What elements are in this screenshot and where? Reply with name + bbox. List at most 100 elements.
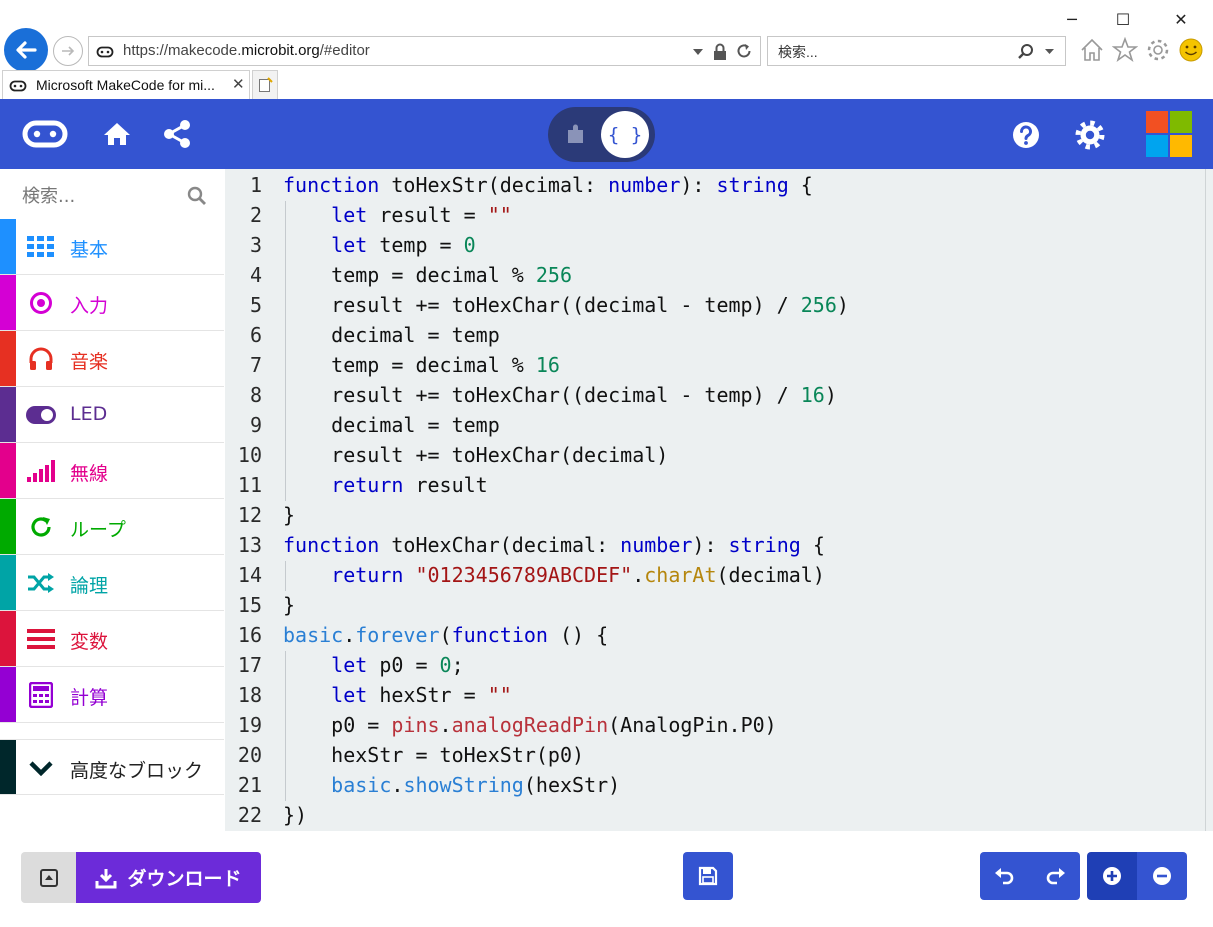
category-variables[interactable]: 変数 [0,611,224,667]
home-button[interactable] [100,119,134,149]
browser-tab[interactable]: Microsoft MakeCode for mi... ✕ [2,70,250,99]
forward-button[interactable] [53,36,83,66]
javascript-toggle-button[interactable]: { } [601,111,649,158]
code-text[interactable]: } [283,590,295,620]
puzzle-icon[interactable] [566,123,586,145]
code-text[interactable]: basic.forever(function () { [283,620,608,650]
search-icon[interactable] [187,186,207,206]
zoom-out-button[interactable] [1137,852,1187,900]
code-line[interactable]: 15} [225,590,1200,620]
code-line[interactable]: 17 let p0 = 0; [225,650,1200,680]
code-line[interactable]: 1 function toHexStr(decimal: number): str… [225,170,1200,200]
category-input[interactable]: 入力 [0,275,224,331]
category-radio[interactable]: 無線 [0,443,224,499]
headphones-icon [26,346,56,372]
undo-icon [995,868,1014,885]
tab-title: Microsoft MakeCode for mi... [36,77,215,93]
category-logic[interactable]: 論理 [0,555,224,611]
code-text[interactable]: let temp = 0 [283,230,476,260]
share-button[interactable] [160,118,194,150]
code-line[interactable]: 16 basic.forever(function () { [225,620,1200,650]
save-button[interactable] [683,852,733,900]
code-text[interactable]: function toHexChar(decimal: number): str… [283,530,825,560]
code-text[interactable]: decimal = temp [283,320,500,350]
category-led[interactable]: LED [0,387,224,443]
category-advanced[interactable]: 高度なブロック [0,739,224,795]
category-math[interactable]: 計算 [0,667,224,723]
code-line[interactable]: 4 temp = decimal % 256 [225,260,1200,290]
code-text[interactable]: result += toHexChar((decimal - temp) / 1… [283,380,837,410]
code-text[interactable]: decimal = temp [283,410,500,440]
code-text[interactable]: return result [283,470,488,500]
code-line[interactable]: 12} [225,500,1200,530]
code-text[interactable]: p0 = pins.analogReadPin(AnalogPin.P0) [283,710,777,740]
category-loops[interactable]: ループ [0,499,224,555]
code-line[interactable]: 9 decimal = temp [225,410,1200,440]
microsoft-logo[interactable] [1146,111,1192,157]
code-line[interactable]: 6 decimal = temp [225,320,1200,350]
code-line[interactable]: 8 result += toHexChar((decimal - temp) /… [225,380,1200,410]
code-line[interactable]: 21 basic.showString(hexStr) [225,770,1200,800]
code-line[interactable]: 3 let temp = 0 [225,230,1200,260]
code-line[interactable]: 20 hexStr = toHexStr(p0) [225,740,1200,770]
maximize-button[interactable]: ☐ [1108,6,1138,32]
code-line[interactable]: 5 result += toHexChar((decimal - temp) /… [225,290,1200,320]
gear-icon[interactable] [1145,37,1171,63]
code-line[interactable]: 13 function toHexChar(decimal: number): s… [225,530,1200,560]
download-button[interactable]: ダウンロード [76,852,261,903]
code-text[interactable]: temp = decimal % 256 [283,260,572,290]
code-text[interactable]: } [283,500,295,530]
code-line[interactable]: 19 p0 = pins.analogReadPin(AnalogPin.P0) [225,710,1200,740]
dropdown-icon[interactable] [692,48,704,56]
refresh-icon[interactable] [735,42,753,60]
code-line[interactable]: 10 result += toHexChar(decimal) [225,440,1200,470]
code-text[interactable]: }) [283,800,307,830]
minimize-button[interactable]: ─ [1057,6,1087,32]
code-line[interactable]: 18 let hexStr = "" [225,680,1200,710]
home-icon[interactable] [1079,37,1105,63]
code-text[interactable]: basic.showString(hexStr) [283,770,620,800]
back-button[interactable] [4,28,48,72]
redo-button[interactable] [1030,852,1080,900]
new-tab-button[interactable] [252,70,278,99]
code-text[interactable]: result += toHexChar(decimal) [283,440,668,470]
code-line[interactable]: 2 let result = "" [225,200,1200,230]
lines-icon [26,626,56,652]
code-line[interactable]: 7 temp = decimal % 16 [225,350,1200,380]
close-window-button[interactable]: ✕ [1166,6,1196,32]
search-icon[interactable] [1017,43,1035,61]
code-editor[interactable]: 1 function toHexStr(decimal: number): str… [225,169,1213,831]
code-text[interactable]: temp = decimal % 16 [283,350,560,380]
toolbox-search[interactable]: 検索... [0,169,224,219]
toolbox: 検索... 基本 入力 音楽 LED 無線 ループ 論理 変数 計算 高度なブロ… [0,169,224,831]
code-line[interactable]: 14 return "0123456789ABCDEF".charAt(deci… [225,560,1200,590]
dropdown-icon[interactable] [1044,48,1055,55]
editor-scrollbar[interactable] [1205,169,1213,831]
address-bar[interactable]: https://makecode.microbit.org/#editor [88,36,761,66]
line-number: 6 [249,323,262,347]
code-line[interactable]: 11 return result [225,470,1200,500]
smiley-icon[interactable] [1178,37,1204,63]
category-music[interactable]: 音楽 [0,331,224,387]
code-text[interactable]: result += toHexChar((decimal - temp) / 2… [283,290,849,320]
lock-icon[interactable] [712,43,728,61]
code-text[interactable]: let p0 = 0; [283,650,463,680]
help-button[interactable] [1010,119,1042,151]
browser-search-box[interactable]: 検索... [767,36,1066,66]
tab-close-button[interactable]: ✕ [232,75,245,93]
microbit-logo[interactable] [22,119,68,149]
star-icon[interactable] [1112,37,1138,63]
category-label: 計算 [70,687,109,709]
zoom-in-button[interactable] [1087,852,1137,900]
code-line[interactable]: 22}) [225,800,1200,830]
category-basic[interactable]: 基本 [0,219,224,275]
code-text[interactable]: hexStr = toHexStr(p0) [283,740,584,770]
code-text[interactable]: let result = "" [283,200,512,230]
settings-button[interactable] [1074,119,1106,151]
code-text[interactable]: let hexStr = "" [283,680,512,710]
code-text[interactable]: function toHexStr(decimal: number): stri… [283,170,813,200]
undo-button[interactable] [980,852,1030,900]
editor-toggle[interactable]: { } [548,107,655,162]
code-text[interactable]: return "0123456789ABCDEF".charAt(decimal… [283,560,825,590]
toggle-simulator-button[interactable] [21,852,77,903]
